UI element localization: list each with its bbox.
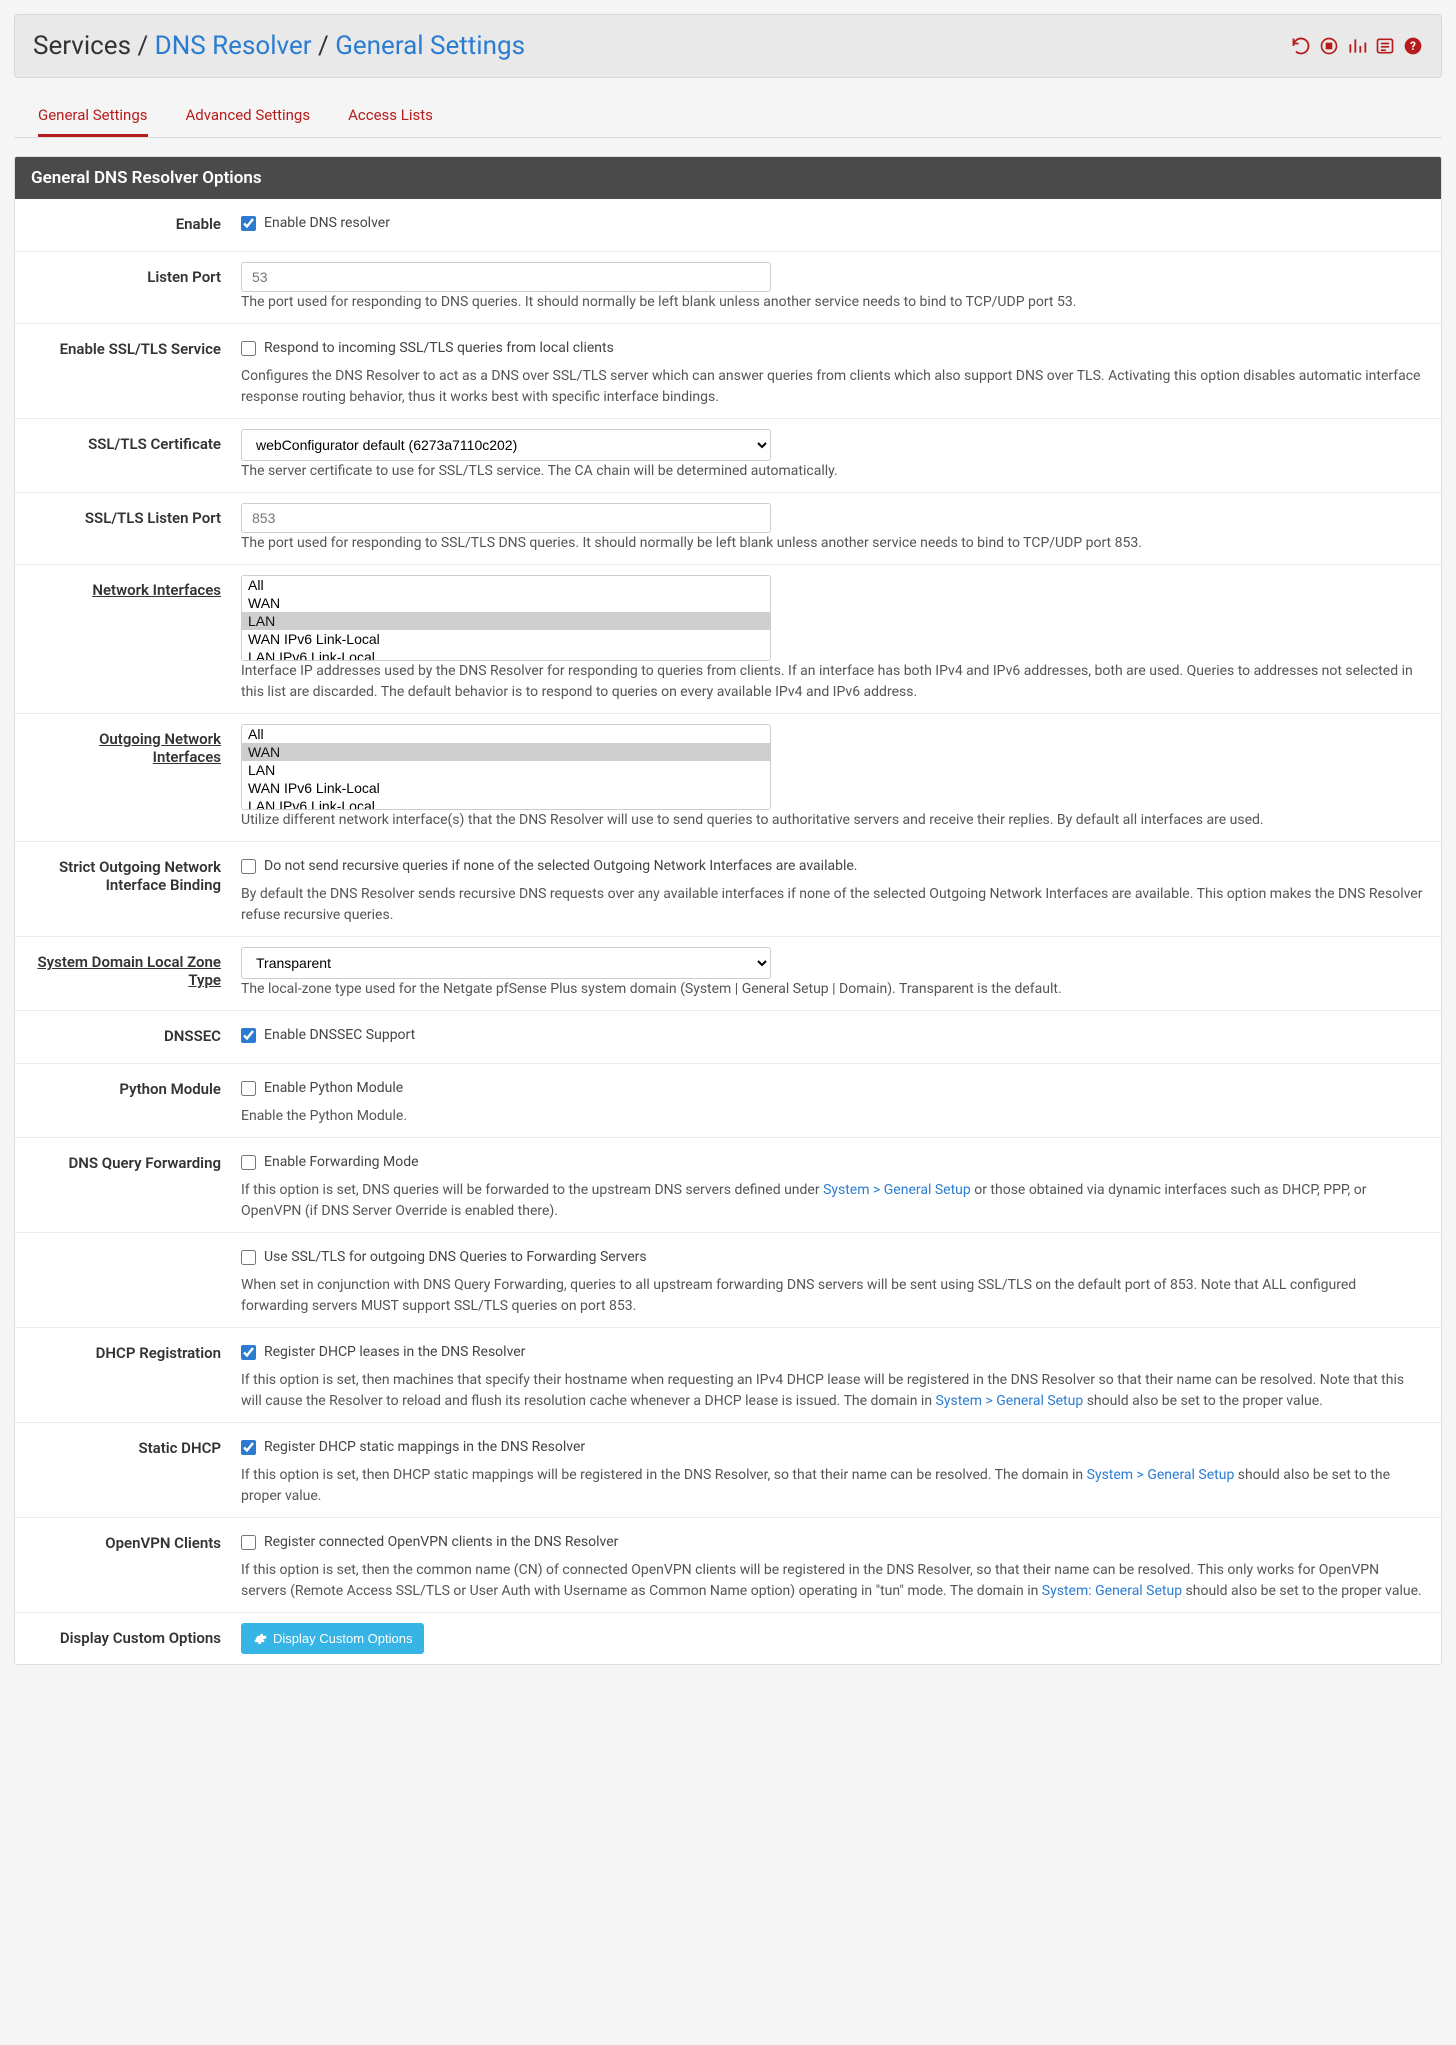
service-status-icon[interactable] (1319, 36, 1339, 56)
reload-icon[interactable] (1291, 36, 1311, 56)
tab-advanced[interactable]: Advanced Settings (186, 96, 311, 137)
custom-options-label: Display Custom Options (31, 1623, 241, 1647)
dhcp-reg-option-text: Register DHCP leases in the DNS Resolver (264, 1344, 525, 1360)
domain-zone-label[interactable]: System Domain Local Zone Type (38, 953, 222, 989)
ssl-cert-help: The server certificate to use for SSL/TL… (241, 461, 1425, 482)
openvpn-label: OpenVPN Clients (31, 1528, 241, 1552)
openvpn-option-text: Register connected OpenVPN clients in th… (264, 1534, 618, 1550)
network-interfaces-label[interactable]: Network Interfaces (92, 581, 221, 599)
network-interfaces-help: Interface IP addresses used by the DNS R… (241, 661, 1425, 703)
strict-binding-option-text: Do not send recursive queries if none of… (264, 858, 857, 874)
forwarding-option-text: Enable Forwarding Mode (264, 1154, 419, 1170)
openvpn-checkbox[interactable] (241, 1535, 256, 1550)
help-icon[interactable]: ? (1403, 36, 1423, 56)
dnssec-option-text: Enable DNSSEC Support (264, 1027, 415, 1043)
breadcrumb-leaf[interactable]: General Settings (335, 31, 525, 61)
network-interfaces-select[interactable]: AllWANLANWAN IPv6 Link-LocalLAN IPv6 Lin… (241, 575, 771, 661)
static-dhcp-label: Static DHCP (31, 1433, 241, 1457)
panel-title: General DNS Resolver Options (15, 157, 1441, 199)
ssl-port-label: SSL/TLS Listen Port (31, 503, 241, 527)
breadcrumb-mid[interactable]: DNS Resolver (155, 31, 312, 61)
forwarding-label: DNS Query Forwarding (31, 1148, 241, 1172)
listen-port-help: The port used for responding to DNS quer… (241, 292, 1425, 313)
forwarding-ssl-checkbox[interactable] (241, 1250, 256, 1265)
ssl-service-help: Configures the DNS Resolver to act as a … (241, 366, 1425, 408)
domain-zone-help: The local-zone type used for the Netgate… (241, 979, 1425, 1000)
python-label: Python Module (31, 1074, 241, 1098)
domain-zone-select[interactable]: Transparent (241, 947, 771, 979)
tab-general[interactable]: General Settings (38, 96, 148, 137)
dhcp-reg-checkbox[interactable] (241, 1345, 256, 1360)
forwarding-ssl-help: When set in conjunction with DNS Query F… (241, 1275, 1425, 1317)
forwarding-link[interactable]: System > General Setup (823, 1182, 971, 1198)
svg-text:?: ? (1410, 39, 1416, 53)
strict-binding-label: Strict Outgoing Network Interface Bindin… (31, 852, 241, 894)
python-checkbox[interactable] (241, 1081, 256, 1096)
static-dhcp-link[interactable]: System > General Setup (1087, 1467, 1235, 1483)
forwarding-help: If this option is set, DNS queries will … (241, 1180, 1425, 1222)
ssl-cert-label: SSL/TLS Certificate (31, 429, 241, 453)
dnssec-checkbox[interactable] (241, 1028, 256, 1043)
outgoing-interfaces-select[interactable]: AllWANLANWAN IPv6 Link-LocalLAN IPv6 Lin… (241, 724, 771, 810)
static-dhcp-option-text: Register DHCP static mappings in the DNS… (264, 1439, 585, 1455)
enable-checkbox[interactable] (241, 216, 256, 231)
python-option-text: Enable Python Module (264, 1080, 403, 1096)
forwarding-ssl-option-text: Use SSL/TLS for outgoing DNS Queries to … (264, 1249, 647, 1265)
options-panel: General DNS Resolver Options Enable Enab… (14, 156, 1442, 1665)
header-action-icons: ? (1291, 36, 1423, 56)
static-dhcp-help: If this option is set, then DHCP static … (241, 1465, 1425, 1507)
dhcp-reg-help: If this option is set, then machines tha… (241, 1370, 1425, 1412)
openvpn-help: If this option is set, then the common n… (241, 1560, 1425, 1602)
strict-binding-help: By default the DNS Resolver sends recurs… (241, 884, 1425, 926)
strict-binding-checkbox[interactable] (241, 859, 256, 874)
page-header: Services / DNS Resolver / General Settin… (14, 14, 1442, 78)
outgoing-interfaces-label[interactable]: Outgoing Network Interfaces (99, 730, 221, 766)
enable-option-text: Enable DNS resolver (264, 215, 390, 231)
ssl-cert-select[interactable]: webConfigurator default (6273a7110c202) (241, 429, 771, 461)
ssl-service-option-text: Respond to incoming SSL/TLS queries from… (264, 340, 614, 356)
ssl-service-label: Enable SSL/TLS Service (31, 334, 241, 358)
tab-bar: General Settings Advanced Settings Acces… (14, 96, 1442, 138)
enable-label: Enable (31, 209, 241, 233)
breadcrumb: Services / DNS Resolver / General Settin… (33, 31, 525, 61)
ssl-port-input[interactable] (241, 503, 771, 533)
breadcrumb-root: Services (33, 31, 131, 61)
outgoing-interfaces-help: Utilize different network interface(s) t… (241, 810, 1425, 831)
log-icon[interactable] (1375, 36, 1395, 56)
display-custom-options-button[interactable]: Display Custom Options (241, 1623, 424, 1654)
listen-port-label: Listen Port (31, 262, 241, 286)
ssl-port-help: The port used for responding to SSL/TLS … (241, 533, 1425, 554)
tab-access-lists[interactable]: Access Lists (348, 96, 433, 137)
listen-port-input[interactable] (241, 262, 771, 292)
dnssec-label: DNSSEC (31, 1021, 241, 1045)
dhcp-reg-label: DHCP Registration (31, 1338, 241, 1362)
ssl-service-checkbox[interactable] (241, 341, 256, 356)
static-dhcp-checkbox[interactable] (241, 1440, 256, 1455)
openvpn-link[interactable]: System: General Setup (1042, 1583, 1182, 1599)
dhcp-reg-link[interactable]: System > General Setup (936, 1393, 1084, 1409)
forwarding-checkbox[interactable] (241, 1155, 256, 1170)
gear-icon (253, 1632, 267, 1646)
stats-icon[interactable] (1347, 36, 1367, 56)
python-help: Enable the Python Module. (241, 1106, 1425, 1127)
